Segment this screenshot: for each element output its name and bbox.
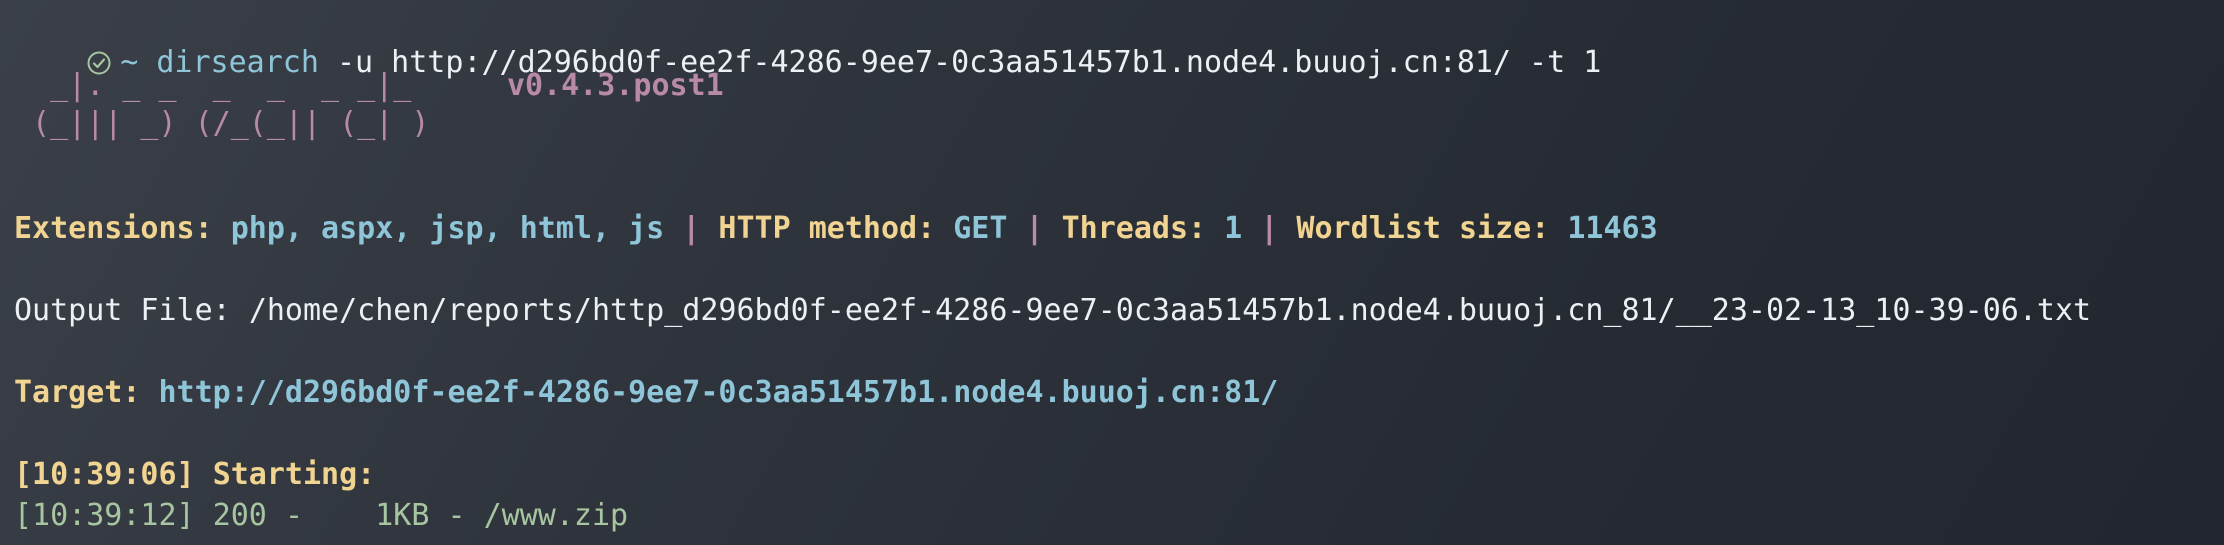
separator: | <box>682 211 701 246</box>
result-path[interactable]: /www.zip <box>484 498 629 533</box>
separator: | <box>1260 211 1279 246</box>
output-file-line: Output File: /home/chen/reports/http_d29… <box>14 292 2091 330</box>
output-file-label: Output File: <box>14 293 231 328</box>
ascii-banner-line-1: _|. _ _ _ _ _ _|_ <box>14 68 412 103</box>
threads-value: 1 <box>1224 211 1243 246</box>
target-url[interactable]: http://d296bd0f-ee2f-4286-9ee7-0c3aa5145… <box>159 375 1279 410</box>
start-timestamp: [10:39:06] <box>14 457 195 492</box>
extensions-value: php, aspx, jsp, html, js <box>230 211 665 246</box>
cut-off-line <box>14 531 430 545</box>
version-label: v0.4.3.post1 <box>507 68 724 103</box>
ascii-banner-line-2: (_||| _) (/_(_|| (_| ) <box>14 106 430 141</box>
target-label: Target: <box>14 375 141 410</box>
result-size: 1KB <box>375 498 430 533</box>
separator: | <box>1025 211 1044 246</box>
output-file-path[interactable]: /home/chen/reports/http_d296bd0f-ee2f-42… <box>249 293 2091 328</box>
wordlist-size-value: 11463 <box>1567 211 1658 246</box>
prompt-line: ~ dirsearch -u http://d296bd0f-ee2f-4286… <box>14 6 1601 80</box>
result-dash: - <box>447 498 466 533</box>
result-row: [10:39:12] 200 - 1KB - /www.zip <box>14 497 628 535</box>
target-line: Target: http://d296bd0f-ee2f-4286-9ee7-0… <box>14 374 1278 412</box>
threads-label: Threads: <box>1061 211 1207 246</box>
extensions-label: Extensions: <box>14 211 213 246</box>
terminal-window[interactable]: ~ dirsearch -u http://d296bd0f-ee2f-4286… <box>0 0 2224 545</box>
result-timestamp: [10:39:12] <box>14 498 195 533</box>
http-method-value: GET <box>953 211 1008 246</box>
http-method-label: HTTP method: <box>718 211 936 246</box>
starting-label: Starting: <box>212 457 376 492</box>
starting-line: [10:39:06] Starting: <box>14 456 375 494</box>
wordlist-size-label: Wordlist size: <box>1296 211 1550 246</box>
result-status-code: 200 <box>212 498 267 533</box>
config-line: Extensions: php, aspx, jsp, html, js | H… <box>14 210 1658 248</box>
result-dash: - <box>284 498 303 533</box>
